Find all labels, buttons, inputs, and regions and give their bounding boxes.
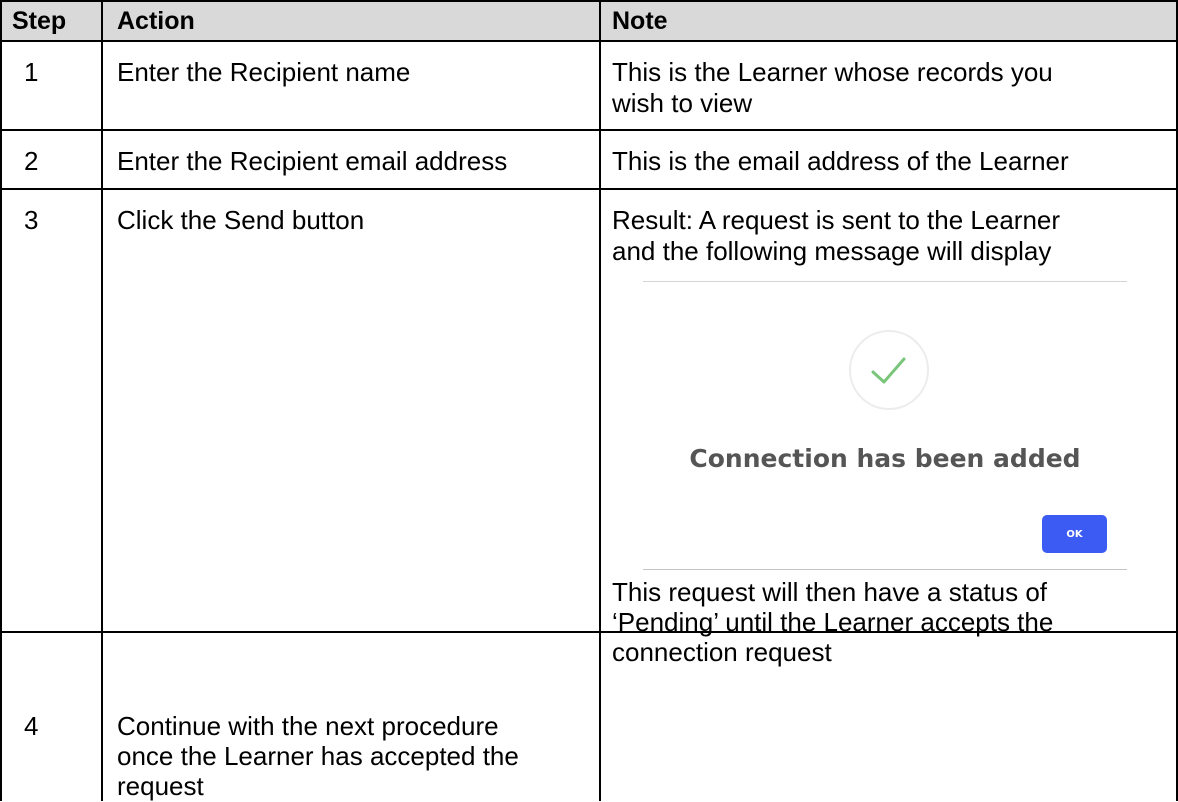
grid-line xyxy=(0,129,1178,131)
grid-line xyxy=(0,0,1178,2)
row-step: 1 xyxy=(24,57,39,87)
row-action-line: Continue with the next procedure xyxy=(117,711,499,741)
row-action: Click the Send button xyxy=(117,205,365,235)
row-note-line: This is the Learner whose records you xyxy=(612,57,1053,87)
row-note-line: connection request xyxy=(612,637,832,667)
row-action-line: request xyxy=(117,771,204,801)
confirmation-dialog: Connection has been added OK xyxy=(643,281,1127,570)
row-action: Enter the Recipient name xyxy=(117,57,411,87)
check-circle-icon xyxy=(849,330,929,410)
grid-line xyxy=(101,0,103,801)
dialog-message: Connection has been added xyxy=(689,444,1081,473)
procedure-table: Step Action Note 1 Enter the Recipient n… xyxy=(0,0,1178,801)
row-step: 3 xyxy=(24,205,39,235)
row-note-line: and the following message will display xyxy=(612,236,1052,266)
header-step: Step xyxy=(12,7,67,35)
row-note-line: wish to view xyxy=(612,88,753,118)
header-action: Action xyxy=(117,7,195,35)
grid-line xyxy=(0,188,1178,190)
header-note: Note xyxy=(612,7,668,35)
grid-line xyxy=(0,40,1178,42)
row-note-line: ‘Pending’ until the Learner accepts the xyxy=(612,607,1054,637)
grid-line xyxy=(599,0,601,801)
grid-line xyxy=(0,0,2,801)
row-action-line: once the Learner has accepted the xyxy=(117,741,519,771)
row-note-line: This request will then have a status of xyxy=(612,577,1048,607)
row-action: Enter the Recipient email address xyxy=(117,146,508,176)
row-note-line: This is the email address of the Learner xyxy=(612,146,1069,176)
row-note-line: Result: A request is sent to the Learner xyxy=(612,205,1061,235)
row-step: 2 xyxy=(24,146,39,176)
row-step: 4 xyxy=(24,711,39,741)
ok-button[interactable]: OK xyxy=(1042,515,1107,553)
